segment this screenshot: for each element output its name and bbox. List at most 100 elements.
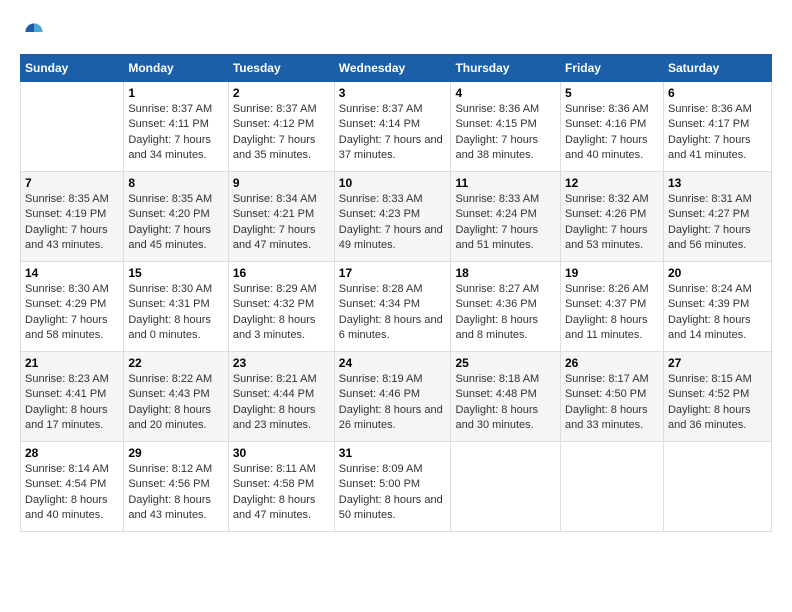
day-number: 31 — [339, 446, 447, 460]
day-number: 27 — [668, 356, 767, 370]
day-info: Sunrise: 8:15 AMSunset: 4:52 PMDaylight:… — [668, 372, 767, 434]
page-header — [20, 20, 772, 44]
day-info: Sunrise: 8:11 AMSunset: 4:58 PMDaylight:… — [233, 462, 330, 524]
day-info: Sunrise: 8:37 AMSunset: 4:14 PMDaylight:… — [339, 102, 447, 164]
calendar-cell: 23Sunrise: 8:21 AMSunset: 4:44 PMDayligh… — [228, 352, 334, 442]
day-info: Sunrise: 8:37 AMSunset: 4:12 PMDaylight:… — [233, 102, 330, 164]
week-row-2: 7 Sunrise: 8:35 AMSunset: 4:19 PMDaylight… — [21, 172, 772, 262]
calendar-cell: 27 Sunrise: 8:15 AMSunset: 4:52 PMDayligh… — [663, 352, 771, 442]
calendar-cell: 18 Sunrise: 8:27 AMSunset: 4:36 PMDayligh… — [451, 262, 561, 352]
day-number: 4 — [455, 86, 556, 100]
day-number: 12 — [565, 176, 659, 190]
calendar-cell: 4Sunrise: 8:36 AMSunset: 4:15 PMDaylight… — [451, 82, 561, 172]
calendar-cell: 16Sunrise: 8:29 AMSunset: 4:32 PMDayligh… — [228, 262, 334, 352]
day-number: 20 — [668, 266, 767, 280]
calendar-cell: 24 Sunrise: 8:19 AMSunset: 4:46 PMDayligh… — [334, 352, 451, 442]
day-info: Sunrise: 8:33 AMSunset: 4:23 PMDaylight:… — [339, 192, 447, 254]
day-number: 3 — [339, 86, 447, 100]
week-row-4: 21 Sunrise: 8:23 AMSunset: 4:41 PMDayligh… — [21, 352, 772, 442]
day-number: 21 — [25, 356, 119, 370]
day-number: 29 — [128, 446, 224, 460]
day-number: 14 — [25, 266, 119, 280]
day-info: Sunrise: 8:35 AMSunset: 4:20 PMDaylight:… — [128, 192, 224, 254]
calendar-cell: 19 Sunrise: 8:26 AMSunset: 4:37 PMDayligh… — [560, 262, 663, 352]
day-number: 13 — [668, 176, 767, 190]
calendar-cell: 3 Sunrise: 8:37 AMSunset: 4:14 PMDaylight… — [334, 82, 451, 172]
day-info: Sunrise: 8:33 AMSunset: 4:24 PMDaylight:… — [455, 192, 556, 254]
calendar-cell: 7 Sunrise: 8:35 AMSunset: 4:19 PMDaylight… — [21, 172, 124, 262]
calendar-cell — [560, 442, 663, 532]
day-number: 18 — [455, 266, 556, 280]
day-number: 16 — [233, 266, 330, 280]
week-row-3: 14 Sunrise: 8:30 AMSunset: 4:29 PMDayligh… — [21, 262, 772, 352]
weekday-header-sunday: Sunday — [21, 55, 124, 82]
day-info: Sunrise: 8:35 AMSunset: 4:19 PMDaylight:… — [25, 192, 119, 254]
day-info: Sunrise: 8:26 AMSunset: 4:37 PMDaylight:… — [565, 282, 659, 344]
calendar-cell: 30 Sunrise: 8:11 AMSunset: 4:58 PMDayligh… — [228, 442, 334, 532]
weekday-header-wednesday: Wednesday — [334, 55, 451, 82]
day-info: Sunrise: 8:28 AMSunset: 4:34 PMDaylight:… — [339, 282, 447, 344]
day-number: 10 — [339, 176, 447, 190]
day-info: Sunrise: 8:23 AMSunset: 4:41 PMDaylight:… — [25, 372, 119, 434]
day-info: Sunrise: 8:24 AMSunset: 4:39 PMDaylight:… — [668, 282, 767, 344]
day-info: Sunrise: 8:19 AMSunset: 4:46 PMDaylight:… — [339, 372, 447, 434]
calendar-cell — [663, 442, 771, 532]
calendar-cell: 20 Sunrise: 8:24 AMSunset: 4:39 PMDayligh… — [663, 262, 771, 352]
day-info: Sunrise: 8:36 AMSunset: 4:16 PMDaylight:… — [565, 102, 659, 164]
day-number: 24 — [339, 356, 447, 370]
day-number: 1 — [128, 86, 224, 100]
calendar-cell: 9 Sunrise: 8:34 AMSunset: 4:21 PMDaylight… — [228, 172, 334, 262]
calendar-cell: 11 Sunrise: 8:33 AMSunset: 4:24 PMDayligh… — [451, 172, 561, 262]
day-info: Sunrise: 8:17 AMSunset: 4:50 PMDaylight:… — [565, 372, 659, 434]
day-number: 30 — [233, 446, 330, 460]
day-info: Sunrise: 8:09 AMSunset: 5:00 PMDaylight:… — [339, 462, 447, 524]
calendar-cell — [21, 82, 124, 172]
day-number: 8 — [128, 176, 224, 190]
calendar-cell: 1 Sunrise: 8:37 AMSunset: 4:11 PMDaylight… — [124, 82, 229, 172]
weekday-header-friday: Friday — [560, 55, 663, 82]
day-number: 28 — [25, 446, 119, 460]
day-number: 2 — [233, 86, 330, 100]
weekday-header-thursday: Thursday — [451, 55, 561, 82]
day-info: Sunrise: 8:36 AMSunset: 4:17 PMDaylight:… — [668, 102, 767, 164]
weekday-header-row: SundayMondayTuesdayWednesdayThursdayFrid… — [21, 55, 772, 82]
calendar-cell: 25Sunrise: 8:18 AMSunset: 4:48 PMDayligh… — [451, 352, 561, 442]
calendar-cell: 13 Sunrise: 8:31 AMSunset: 4:27 PMDayligh… — [663, 172, 771, 262]
day-number: 23 — [233, 356, 330, 370]
day-info: Sunrise: 8:34 AMSunset: 4:21 PMDaylight:… — [233, 192, 330, 254]
day-number: 11 — [455, 176, 556, 190]
calendar-cell: 31 Sunrise: 8:09 AMSunset: 5:00 PMDayligh… — [334, 442, 451, 532]
day-number: 6 — [668, 86, 767, 100]
day-number: 15 — [128, 266, 224, 280]
weekday-header-monday: Monday — [124, 55, 229, 82]
day-number: 19 — [565, 266, 659, 280]
day-info: Sunrise: 8:27 AMSunset: 4:36 PMDaylight:… — [455, 282, 556, 344]
day-info: Sunrise: 8:14 AMSunset: 4:54 PMDaylight:… — [25, 462, 119, 524]
weekday-header-tuesday: Tuesday — [228, 55, 334, 82]
week-row-5: 28 Sunrise: 8:14 AMSunset: 4:54 PMDayligh… — [21, 442, 772, 532]
day-info: Sunrise: 8:30 AMSunset: 4:29 PMDaylight:… — [25, 282, 119, 344]
day-info: Sunrise: 8:37 AMSunset: 4:11 PMDaylight:… — [128, 102, 224, 164]
day-info: Sunrise: 8:18 AMSunset: 4:48 PMDaylight:… — [455, 372, 556, 434]
calendar-cell: 29 Sunrise: 8:12 AMSunset: 4:56 PMDayligh… — [124, 442, 229, 532]
calendar-cell: 21 Sunrise: 8:23 AMSunset: 4:41 PMDayligh… — [21, 352, 124, 442]
logo — [20, 20, 46, 44]
calendar-cell: 10 Sunrise: 8:33 AMSunset: 4:23 PMDayligh… — [334, 172, 451, 262]
day-info: Sunrise: 8:30 AMSunset: 4:31 PMDaylight:… — [128, 282, 224, 344]
calendar-cell: 6 Sunrise: 8:36 AMSunset: 4:17 PMDaylight… — [663, 82, 771, 172]
day-info: Sunrise: 8:22 AMSunset: 4:43 PMDaylight:… — [128, 372, 224, 434]
calendar-cell: 28 Sunrise: 8:14 AMSunset: 4:54 PMDayligh… — [21, 442, 124, 532]
day-info: Sunrise: 8:32 AMSunset: 4:26 PMDaylight:… — [565, 192, 659, 254]
day-number: 17 — [339, 266, 447, 280]
day-number: 22 — [128, 356, 224, 370]
day-info: Sunrise: 8:31 AMSunset: 4:27 PMDaylight:… — [668, 192, 767, 254]
day-number: 7 — [25, 176, 119, 190]
day-number: 9 — [233, 176, 330, 190]
day-number: 26 — [565, 356, 659, 370]
weekday-header-saturday: Saturday — [663, 55, 771, 82]
day-number: 5 — [565, 86, 659, 100]
calendar-cell: 12 Sunrise: 8:32 AMSunset: 4:26 PMDayligh… — [560, 172, 663, 262]
calendar-cell: 8 Sunrise: 8:35 AMSunset: 4:20 PMDaylight… — [124, 172, 229, 262]
calendar-cell: 2 Sunrise: 8:37 AMSunset: 4:12 PMDaylight… — [228, 82, 334, 172]
day-info: Sunrise: 8:12 AMSunset: 4:56 PMDaylight:… — [128, 462, 224, 524]
